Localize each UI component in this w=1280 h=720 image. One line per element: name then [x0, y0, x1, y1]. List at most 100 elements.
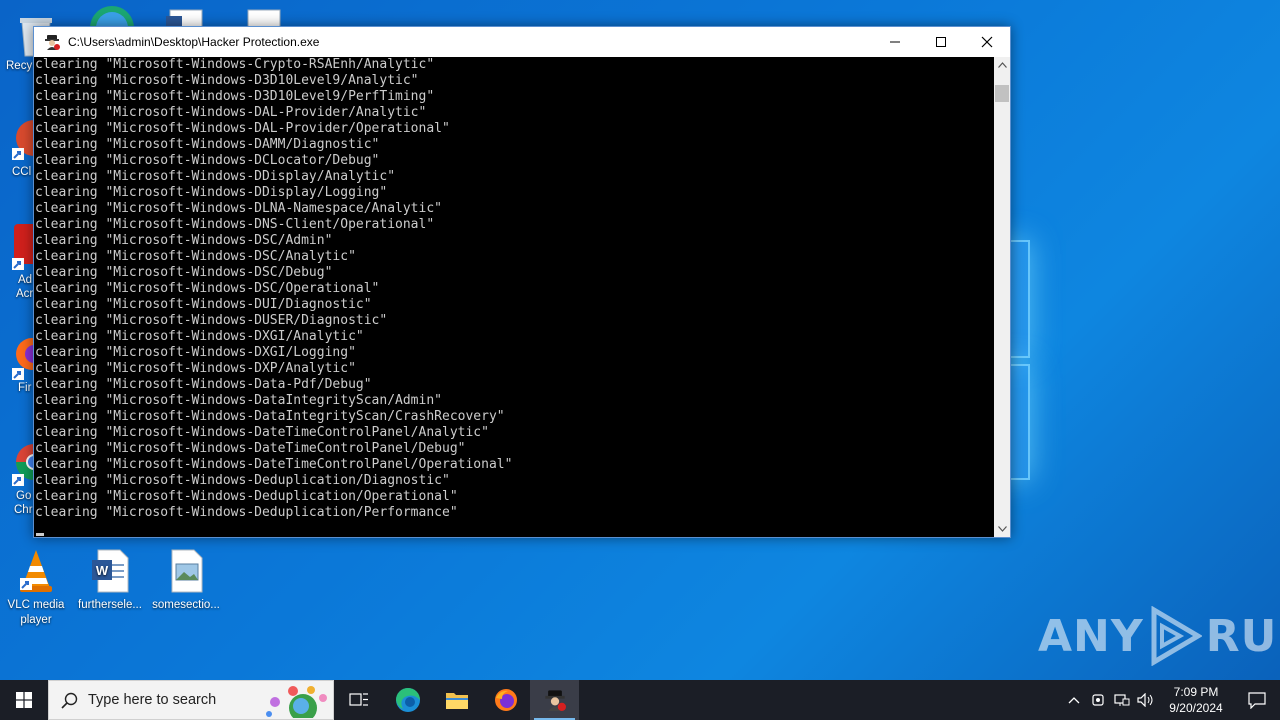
firefox-icon	[494, 689, 517, 711]
minimize-button[interactable]	[872, 27, 918, 57]
console-line: clearing "Microsoft-Windows-Deduplicatio…	[35, 489, 458, 504]
action-center-button[interactable]	[1234, 680, 1280, 720]
console-line: clearing "Microsoft-Windows-DSC/Debug"	[35, 265, 333, 280]
console-line: clearing "Microsoft-Windows-D3D10Level9/…	[35, 73, 419, 88]
watermark-left: ANY	[1038, 610, 1144, 662]
search-placeholder: Type here to search	[88, 692, 217, 708]
desktop-label-firefox: Fir	[18, 382, 32, 394]
console-line: clearing "Microsoft-Windows-DAL-Provider…	[35, 105, 427, 120]
firefox-icon	[12, 338, 48, 380]
console-line: clearing "Microsoft-Windows-DAL-Provider…	[35, 121, 450, 136]
console-window[interactable]: C:\Users\admin\Desktop\Hacker Protection…	[33, 26, 1011, 538]
chevron-up-icon	[1068, 697, 1080, 704]
edge-icon	[90, 6, 134, 28]
watermark-right: RUN	[1205, 610, 1280, 662]
chevron-down-icon	[997, 526, 1007, 532]
desktop-icon-image-file[interactable]: somesectio...	[150, 548, 222, 613]
console-output[interactable]: clearing "Microsoft-Windows-Crypto-RSAEn…	[34, 57, 994, 537]
play-logo-icon	[1151, 606, 1202, 666]
chevron-up-icon	[997, 62, 1007, 68]
search-icon	[61, 692, 78, 709]
taskbar: Type here to search 7:09 PM 9/20/2024	[0, 680, 1280, 720]
document-icon	[247, 9, 281, 29]
volume-button[interactable]	[1134, 680, 1158, 720]
desktop-label-ccleaner: CCl	[12, 166, 32, 178]
desktop-chrome[interactable]: Go Chr	[10, 440, 52, 522]
desktop-icon-word-doc[interactable]: W furthersele...	[74, 548, 146, 613]
console-line: clearing "Microsoft-Windows-Deduplicatio…	[35, 505, 458, 520]
image-file-icon	[164, 548, 208, 594]
console-line: clearing "Microsoft-Windows-DSC/Operatio…	[35, 281, 380, 296]
console-line: clearing "Microsoft-Windows-DataIntegrit…	[35, 393, 442, 408]
maximize-button[interactable]	[918, 27, 964, 57]
console-line: clearing "Microsoft-Windows-D3D10Level9/…	[35, 89, 435, 104]
console-line: clearing "Microsoft-Windows-DXGI/Analyti…	[35, 329, 364, 344]
taskbar-file-explorer[interactable]	[432, 680, 481, 720]
desktop-firefox[interactable]: Fir	[10, 336, 48, 398]
taskbar-hacker-protection[interactable]	[530, 680, 579, 720]
window-title: C:\Users\admin\Desktop\Hacker Protection…	[68, 35, 320, 49]
search-highlight-decor-icon	[266, 686, 327, 718]
console-line: clearing "Microsoft-Windows-DateTimeCont…	[35, 457, 513, 472]
desktop-acrobat[interactable]: Ad Acr	[10, 222, 38, 304]
start-button[interactable]	[0, 680, 48, 720]
folder-icon	[445, 693, 468, 709]
desktop-label-acrobat-1: Ad	[18, 274, 33, 286]
console-cursor	[36, 533, 44, 536]
console-line: clearing "Microsoft-Windows-DUSER/Diagno…	[35, 313, 388, 328]
desktop-label-recycle: Recy	[6, 60, 33, 72]
taskbar-edge[interactable]	[383, 680, 432, 720]
minimize-icon	[890, 41, 900, 43]
acrobat-icon	[12, 224, 38, 270]
show-hidden-icons-button[interactable]	[1062, 680, 1086, 720]
console-line: clearing "Microsoft-Windows-DDisplay/Ana…	[35, 169, 396, 184]
chrome-icon	[12, 444, 52, 486]
tray-app-icon[interactable]	[1086, 680, 1110, 720]
window-titlebar[interactable]: C:\Users\admin\Desktop\Hacker Protection…	[34, 27, 1010, 57]
clock-date: 9/20/2024	[1169, 701, 1223, 715]
console-line: clearing "Microsoft-Windows-DateTimeCont…	[35, 425, 489, 440]
clock-time: 7:09 PM	[1173, 685, 1219, 699]
desktop-edge-icon[interactable]	[88, 6, 136, 28]
notification-icon	[1248, 692, 1266, 709]
console-line: clearing "Microsoft-Windows-DDisplay/Log…	[35, 185, 388, 200]
close-button[interactable]	[964, 27, 1010, 57]
console-line: clearing "Microsoft-Windows-DXP/Analytic…	[35, 361, 356, 376]
desktop-label-chrome-1: Go	[16, 490, 32, 502]
desktop-icon-vlc[interactable]: VLC media player	[0, 548, 72, 628]
maximize-icon	[936, 37, 946, 47]
console-line: clearing "Microsoft-Windows-DUI/Diagnost…	[35, 297, 372, 312]
speaker-icon	[1137, 693, 1153, 707]
word-doc-label: furthersele...	[78, 599, 142, 611]
desktop-doc-icon-top1[interactable]	[166, 8, 206, 29]
desktop-label-acrobat-2: Acr	[16, 288, 34, 300]
desktop-ccleaner[interactable]: CCl	[10, 118, 52, 184]
desktop-doc-icon-top2[interactable]	[244, 8, 284, 29]
ccleaner-icon	[12, 120, 52, 160]
close-icon	[981, 36, 993, 48]
scroll-up-button[interactable]	[994, 57, 1010, 73]
anyrun-watermark: ANY RUN	[1038, 606, 1280, 666]
console-line: clearing "Microsoft-Windows-DLNA-Namespa…	[35, 201, 442, 216]
network-icon	[1114, 694, 1130, 706]
word-doc-icon	[166, 9, 203, 29]
task-view-button[interactable]	[334, 680, 383, 720]
console-line: clearing "Microsoft-Windows-DSC/Admin"	[35, 233, 333, 248]
vlc-icon	[14, 548, 58, 594]
console-line: clearing "Microsoft-Windows-DNS-Client/O…	[35, 217, 435, 232]
console-line: clearing "Microsoft-Windows-Deduplicatio…	[35, 473, 450, 488]
windows-start-icon	[16, 692, 32, 708]
console-line: clearing "Microsoft-Windows-Data-Pdf/Deb…	[35, 377, 372, 392]
taskbar-search-box[interactable]: Type here to search	[48, 680, 334, 720]
network-button[interactable]	[1110, 680, 1134, 720]
vertical-scrollbar[interactable]	[994, 57, 1010, 537]
task-view-icon	[348, 693, 368, 706]
image-file-label: somesectio...	[152, 599, 220, 611]
scroll-down-button[interactable]	[994, 521, 1010, 537]
taskbar-clock[interactable]: 7:09 PM 9/20/2024	[1158, 684, 1234, 716]
console-line: clearing "Microsoft-Windows-DCLocator/De…	[35, 153, 380, 168]
word-doc-icon: W	[88, 548, 132, 594]
taskbar-firefox[interactable]	[481, 680, 530, 720]
scroll-thumb[interactable]	[995, 85, 1009, 102]
console-line: clearing "Microsoft-Windows-DateTimeCont…	[35, 441, 466, 456]
